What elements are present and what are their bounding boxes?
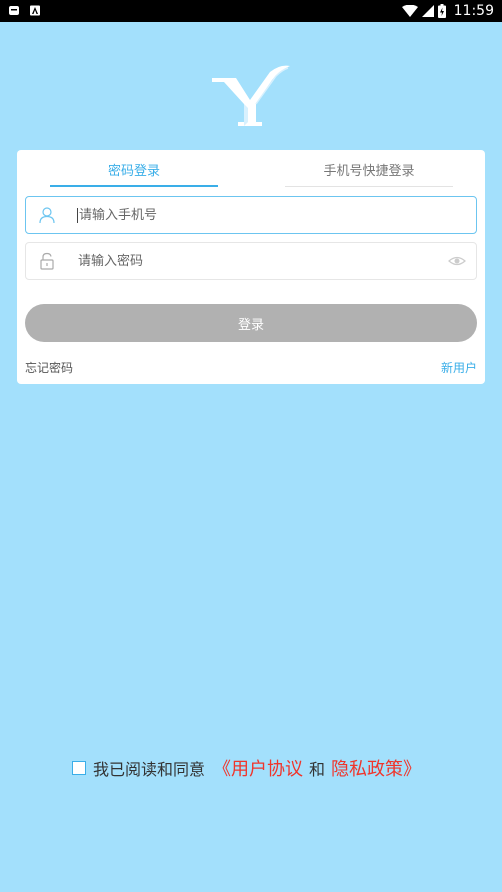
clock: 11:59 <box>453 3 494 19</box>
phone-field[interactable] <box>25 196 477 234</box>
agreement-conjunction: 和 <box>309 760 326 779</box>
login-button[interactable]: 登录 <box>25 304 477 342</box>
notification-icon <box>9 6 19 15</box>
password-input[interactable] <box>78 246 448 276</box>
user-icon <box>39 207 55 224</box>
text-cursor <box>77 207 78 223</box>
inactive-tab-divider <box>285 186 453 187</box>
privacy-policy-link[interactable]: 隐私政策》 <box>331 755 421 781</box>
user-agreement-link[interactable]: 《用户协议 <box>213 755 303 781</box>
battery-icon <box>437 4 446 18</box>
new-user-link[interactable]: 新用户 <box>441 359 477 376</box>
lock-icon <box>40 252 54 270</box>
active-tab-indicator <box>50 185 218 187</box>
eye-icon[interactable] <box>448 252 466 270</box>
agreement-row: 我已阅读和同意 《用户协议 和 隐私政策》 <box>72 755 421 781</box>
status-bar: 11:59 <box>0 0 502 22</box>
tab-phone-login[interactable]: 手机号快捷登录 <box>285 150 453 188</box>
password-field[interactable] <box>25 242 477 280</box>
login-card: 密码登录 手机号快捷登录 登录 忘记密码 新用户 <box>17 150 485 384</box>
agreement-text: 我已阅读和同意 <box>93 760 206 779</box>
app-notification-icon <box>30 5 40 16</box>
app-logo <box>212 65 290 126</box>
signal-icon <box>421 5 434 17</box>
tab-password-login[interactable]: 密码登录 <box>50 150 218 188</box>
forgot-password-link[interactable]: 忘记密码 <box>25 359 73 376</box>
phone-input[interactable] <box>79 200 476 230</box>
wifi-icon <box>401 5 418 17</box>
agreement-checkbox[interactable] <box>72 761 86 775</box>
